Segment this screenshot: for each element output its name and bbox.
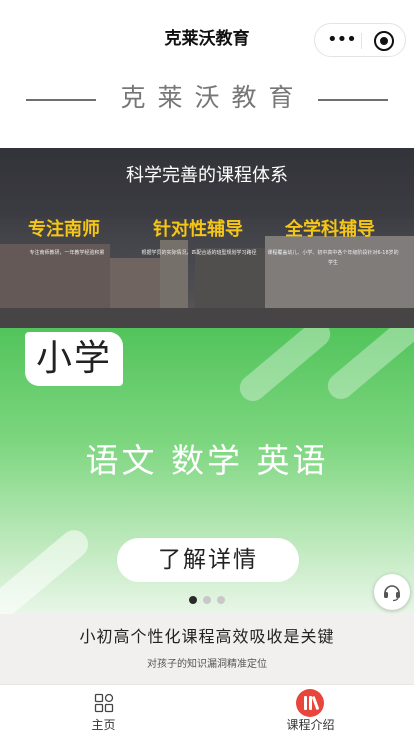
close-circle-dot — [380, 37, 388, 45]
tab-courses[interactable]: 课程介绍 — [207, 685, 414, 736]
grade-carousel[interactable]: 小学 语文 数学 英语 了解详情 — [0, 328, 414, 614]
carousel-dot[interactable] — [203, 596, 211, 604]
tagline-subtitle: 对孩子的知识漏洞精准定位 — [147, 659, 267, 670]
bottom-tab-bar: 主页 课程介绍 — [0, 684, 414, 736]
brand-divider-right — [318, 99, 388, 101]
learn-more-button[interactable]: 了解详情 — [117, 538, 299, 582]
tab-courses-label: 课程介绍 — [286, 718, 335, 732]
feature-pillar-title: 专注南师 — [28, 219, 100, 240]
customer-service-button[interactable] — [374, 574, 410, 610]
home-grid-icon — [94, 693, 114, 713]
feature-pillar-desc: 课程覆盖幼儿、小学、初中高中各个年级阶段针对6-18岁的学生 — [267, 250, 399, 266]
decorative-stripe — [322, 328, 414, 405]
feature-pillar-title: 针对性辅导 — [153, 219, 243, 240]
brand-header: 克莱沃教育 — [0, 62, 414, 148]
carousel-dot[interactable] — [217, 596, 225, 604]
feature-pillar-desc: 专注南师教研，一年教学经验积累 — [29, 250, 105, 256]
tagline-section: 小初高个性化课程高效吸收是关键 对孩子的知识漏洞精准定位 — [0, 614, 414, 684]
carousel-indicator — [0, 596, 414, 604]
feature-title: 科学完善的课程体系 — [126, 165, 288, 186]
subjects-text: 语文 数学 英语 — [85, 441, 329, 480]
tab-home[interactable]: 主页 — [0, 685, 207, 736]
feature-banner: 科学完善的课程体系 专注南师 针对性辅导 全学科辅导 专注南师教研，一年教学经验… — [0, 148, 414, 328]
navigation-bar: 克莱沃教育 ••• — [0, 0, 414, 62]
more-dots-icon[interactable]: ••• — [327, 31, 357, 49]
brand-name: 克莱沃教育 — [120, 83, 306, 112]
headset-icon — [384, 585, 400, 602]
feature-pillar-title: 全学科辅导 — [285, 219, 375, 240]
carousel-dot-active[interactable] — [189, 596, 197, 604]
tagline-title: 小初高个性化课程高效吸收是关键 — [79, 627, 335, 646]
course-books-icon — [296, 689, 324, 717]
tab-home-label: 主页 — [91, 718, 116, 732]
mini-program-capsule: ••• — [314, 23, 406, 57]
decorative-stripe — [234, 328, 336, 407]
capsule-divider — [361, 33, 362, 49]
grade-badge: 小学 — [25, 332, 123, 386]
feature-pillar-desc: 根据学员的实际情况，匹配合适的班型规划学习路径 — [141, 250, 257, 256]
